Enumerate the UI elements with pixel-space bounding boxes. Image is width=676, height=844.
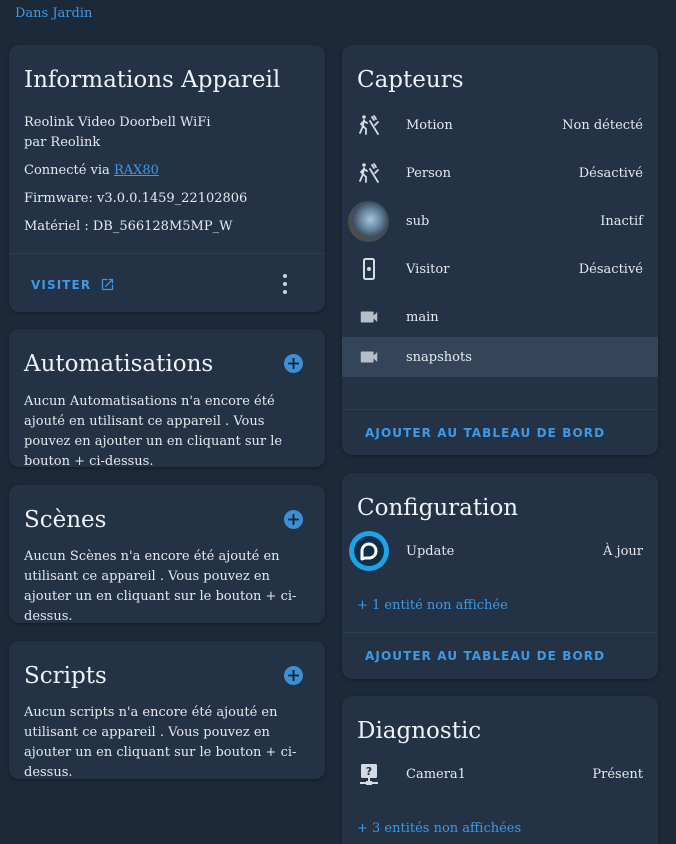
sensors-card: Capteurs Motion Non détecté Person Désac… xyxy=(342,45,658,455)
camera-thumbnail xyxy=(348,200,389,242)
sensor-name: Person xyxy=(406,165,451,181)
device-hardware: Matériel : DB_566128M5MP_W xyxy=(24,219,233,234)
doorbell-icon xyxy=(357,257,381,281)
update-icon xyxy=(349,531,389,571)
svg-text:?: ? xyxy=(366,765,372,778)
configuration-card: Configuration Update À jour + 1 entité n… xyxy=(342,473,658,679)
sensor-name: sub xyxy=(406,213,430,229)
sensors-title: Capteurs xyxy=(357,67,464,93)
sensor-row-person[interactable]: Person Désactivé xyxy=(342,153,658,193)
add-scene-button[interactable] xyxy=(284,510,303,529)
visit-label: VISITER xyxy=(31,277,92,292)
plus-icon xyxy=(288,358,299,369)
video-icon xyxy=(357,305,381,329)
automations-card: Automatisations Aucun Automatisations n'… xyxy=(9,329,325,467)
sensor-row-motion[interactable]: Motion Non détecté xyxy=(342,105,658,145)
device-model: Reolink Video Doorbell WiFi xyxy=(24,115,211,130)
device-info-title: Informations Appareil xyxy=(24,67,281,93)
device-info-card: Informations Appareil Reolink Video Door… xyxy=(9,45,325,312)
diagnostic-hidden-entities-link[interactable]: + 3 entités non affichées xyxy=(357,821,521,836)
config-state: À jour xyxy=(603,543,643,559)
diagnostic-state: Présent xyxy=(592,766,643,782)
connected-prefix: Connecté via xyxy=(24,163,114,178)
diagnostic-title: Diagnostic xyxy=(357,718,482,744)
divider xyxy=(342,632,658,633)
diagnostic-card: Diagnostic ? Camera1 Présent + 3 entités… xyxy=(342,696,658,844)
scenes-empty-text: Aucun Scènes n'a encore été ajouté en ut… xyxy=(24,549,297,623)
config-hidden-entities-link[interactable]: + 1 entité non affichée xyxy=(357,598,508,613)
config-add-to-dashboard-button[interactable]: AJOUTER AU TABLEAU DE BORD xyxy=(365,649,605,663)
sensor-state: Inactif xyxy=(600,213,643,229)
sensor-state: Désactivé xyxy=(578,165,643,181)
sensor-row-sub[interactable]: sub Inactif xyxy=(342,200,658,242)
connected-via-link[interactable]: RAX80 xyxy=(114,163,159,178)
plus-icon xyxy=(288,670,299,681)
sensor-state: Désactivé xyxy=(578,261,643,277)
scripts-title: Scripts xyxy=(24,663,107,689)
diagnostic-row-camera1[interactable]: ? Camera1 Présent xyxy=(342,754,658,794)
visit-button[interactable]: VISITER xyxy=(31,277,115,292)
add-automation-button[interactable] xyxy=(284,354,303,373)
sensor-row-visitor[interactable]: Visitor Désactivé xyxy=(342,249,658,289)
sensor-name: Visitor xyxy=(406,261,450,277)
sensor-name: main xyxy=(406,309,439,325)
configuration-title: Configuration xyxy=(357,495,519,521)
scenes-title: Scènes xyxy=(24,507,107,533)
help-network-icon: ? xyxy=(357,762,381,786)
breadcrumb[interactable]: Dans Jardin xyxy=(15,6,92,21)
divider xyxy=(342,409,658,410)
device-manufacturer: par Reolink xyxy=(24,135,101,150)
scenes-card: Scènes Aucun Scènes n'a encore été ajout… xyxy=(9,485,325,623)
motion-sensor-icon xyxy=(357,113,381,137)
automations-empty-text: Aucun Automatisations n'a encore été ajo… xyxy=(24,394,283,467)
sensors-add-to-dashboard-button[interactable]: AJOUTER AU TABLEAU DE BORD xyxy=(365,426,605,440)
motion-sensor-icon xyxy=(357,161,381,185)
sensor-row-main[interactable]: main xyxy=(342,297,658,337)
automations-title: Automatisations xyxy=(24,351,214,377)
sensor-state: Non détecté xyxy=(562,117,643,133)
scripts-card: Scripts Aucun scripts n'a encore été ajo… xyxy=(9,641,325,779)
open-in-new-icon xyxy=(102,278,114,291)
divider xyxy=(9,253,325,254)
scripts-empty-text: Aucun scripts n'a encore été ajouté en u… xyxy=(24,705,297,779)
plus-icon xyxy=(288,514,299,525)
device-firmware: Firmware: v3.0.0.1459_22102806 xyxy=(24,191,248,206)
video-icon xyxy=(357,345,381,369)
sensor-row-snapshots[interactable]: snapshots xyxy=(342,337,658,377)
config-name: Update xyxy=(406,543,455,559)
add-script-button[interactable] xyxy=(284,666,303,685)
config-row-update[interactable]: Update À jour xyxy=(342,531,658,571)
more-options-icon[interactable] xyxy=(282,274,288,294)
sensor-name: snapshots xyxy=(406,349,472,365)
diagnostic-name: Camera1 xyxy=(406,766,466,782)
sensor-name: Motion xyxy=(406,117,453,133)
device-connection: Connecté via RAX80 xyxy=(24,163,159,178)
